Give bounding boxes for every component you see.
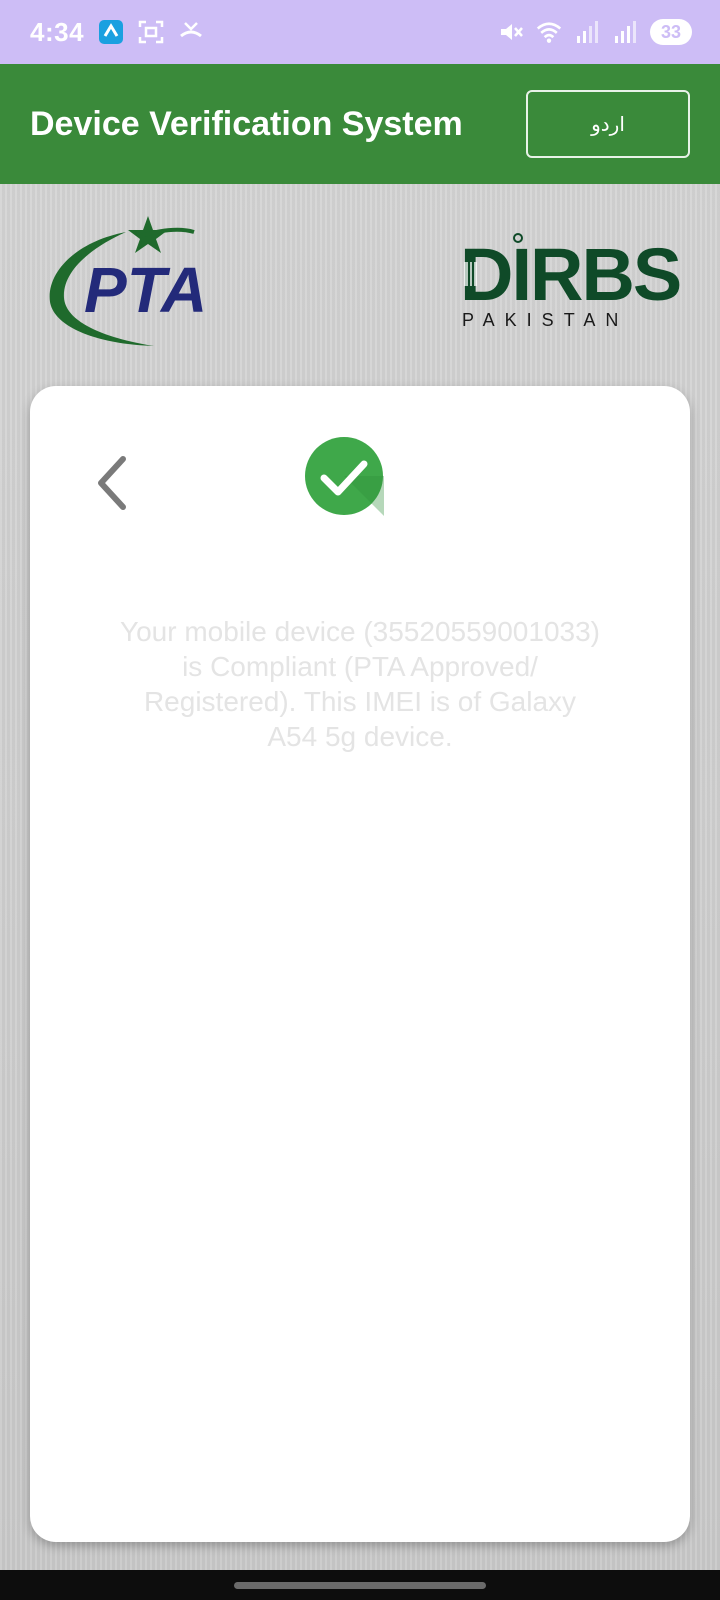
result-message: Your mobile device (35520559001033) is C… (120, 616, 600, 752)
mute-icon (498, 19, 524, 45)
result-card: Your mobile device (35520559001033) is C… (30, 386, 690, 1542)
status-left: 4:34 (30, 17, 204, 48)
pta-logo: PTA (44, 214, 250, 354)
home-gesture-handle[interactable] (234, 1582, 486, 1589)
app-bar: Device Verification System اردو (0, 64, 720, 184)
chevron-left-icon (98, 456, 126, 510)
language-toggle-button[interactable]: اردو (526, 90, 690, 158)
navigation-bar (0, 1570, 720, 1600)
status-bar: 4:34 33 (0, 0, 720, 64)
telenor-icon (98, 19, 124, 45)
svg-text:PAKISTAN: PAKISTAN (462, 310, 628, 330)
signal-icon-2 (612, 19, 638, 45)
status-time: 4:34 (30, 16, 85, 47)
wifi-icon (536, 19, 562, 45)
svg-text:DIRBS: DIRBS (460, 233, 680, 316)
svg-text:PTA: PTA (84, 254, 207, 326)
screenshot-icon (138, 19, 164, 45)
status-right: 33 (498, 19, 692, 45)
dirbs-logo: DIRBS PAKISTAN (460, 232, 688, 332)
missed-call-icon (178, 19, 204, 45)
signal-icon (574, 19, 600, 45)
page-title: Device Verification System (30, 104, 463, 143)
back-button[interactable] (86, 448, 136, 518)
check-icon (304, 436, 384, 516)
battery-indicator: 33 (650, 19, 692, 45)
